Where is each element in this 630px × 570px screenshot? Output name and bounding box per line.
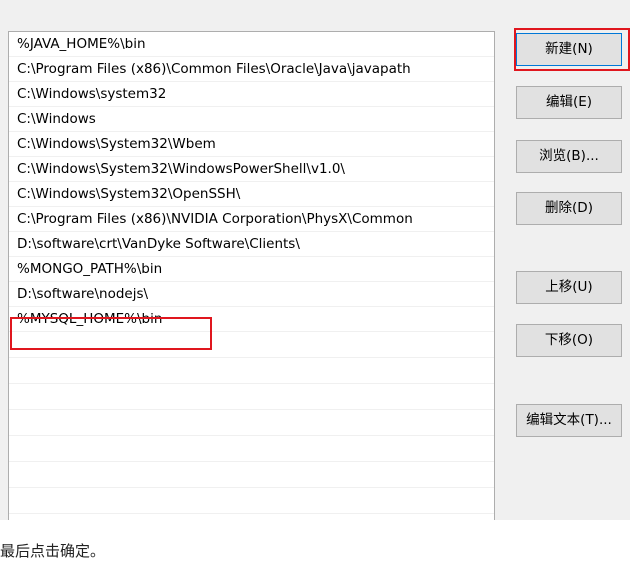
path-item-powershell[interactable]: C:\Windows\System32\WindowsPowerShell\v1…	[9, 157, 494, 182]
path-list[interactable]: %JAVA_HOME%\bin C:\Program Files (x86)\C…	[8, 31, 495, 520]
path-item-openssh[interactable]: C:\Windows\System32\OpenSSH\	[9, 182, 494, 207]
path-item-empty[interactable]	[9, 488, 494, 514]
highlight-box-new-button	[514, 28, 630, 71]
delete-button[interactable]: 删除(D)	[516, 192, 622, 225]
highlight-box-mysql-row	[10, 317, 212, 350]
env-path-editor: %JAVA_HOME%\bin C:\Program Files (x86)\C…	[0, 0, 630, 520]
path-item-empty[interactable]	[9, 410, 494, 436]
path-item-empty[interactable]	[9, 384, 494, 410]
path-item-physx[interactable]: C:\Program Files (x86)\NVIDIA Corporatio…	[9, 207, 494, 232]
path-item-empty[interactable]	[9, 462, 494, 488]
path-item-oracle-javapath[interactable]: C:\Program Files (x86)\Common Files\Orac…	[9, 57, 494, 82]
edit-text-button[interactable]: 编辑文本(T)...	[516, 404, 622, 437]
path-item-mongo[interactable]: %MONGO_PATH%\bin	[9, 257, 494, 282]
caption-text: 最后点击确定。	[0, 542, 106, 560]
move-up-button[interactable]: 上移(U)	[516, 271, 622, 304]
path-item-empty[interactable]	[9, 436, 494, 462]
path-item-nodejs[interactable]: D:\software\nodejs\	[9, 282, 494, 307]
path-item-empty[interactable]	[9, 358, 494, 384]
path-item-windows[interactable]: C:\Windows	[9, 107, 494, 132]
edit-button[interactable]: 编辑(E)	[516, 86, 622, 119]
path-item-wbem[interactable]: C:\Windows\System32\Wbem	[9, 132, 494, 157]
path-item-java-home[interactable]: %JAVA_HOME%\bin	[9, 32, 494, 57]
browse-button[interactable]: 浏览(B)...	[516, 140, 622, 173]
path-item-vandyke[interactable]: D:\software\crt\VanDyke Software\Clients…	[9, 232, 494, 257]
move-down-button[interactable]: 下移(O)	[516, 324, 622, 357]
path-item-system32[interactable]: C:\Windows\system32	[9, 82, 494, 107]
